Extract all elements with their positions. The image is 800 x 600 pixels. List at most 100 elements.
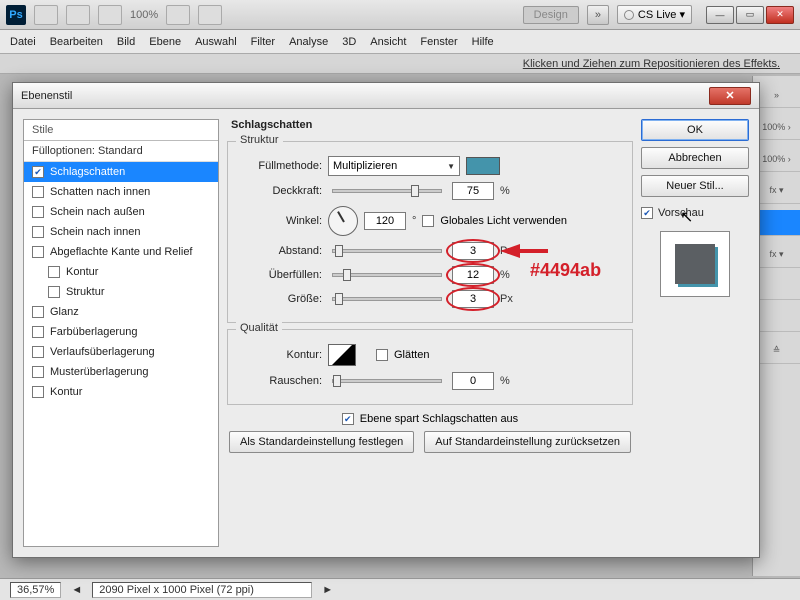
fill-options-item[interactable]: Fülloptionen: Standard [24, 141, 218, 162]
style-item[interactable]: Schlagschatten [24, 162, 218, 182]
new-style-button[interactable]: Neuer Stil... [641, 175, 749, 197]
style-item[interactable]: Glanz [24, 302, 218, 322]
panel-row[interactable]: » [753, 82, 800, 108]
styles-list: Stile Fülloptionen: Standard Schlagschat… [23, 119, 219, 547]
size-input[interactable]: 3 [452, 290, 494, 308]
noise-slider[interactable] [332, 379, 442, 383]
shadow-color-swatch[interactable] [466, 157, 500, 175]
annotation-color-text: #4494ab [530, 260, 601, 281]
menu-item[interactable]: Bild [117, 36, 135, 48]
workspace-next-icon[interactable]: » [587, 5, 609, 25]
spread-input[interactable]: 12 [452, 266, 494, 284]
menu-item[interactable]: Filter [251, 36, 275, 48]
style-item[interactable]: Kontur [24, 382, 218, 402]
panel-row[interactable] [753, 210, 800, 236]
window-minimize-button[interactable]: — [706, 6, 734, 24]
menu-item[interactable]: Hilfe [472, 36, 494, 48]
tool-button[interactable] [66, 5, 90, 25]
menu-item[interactable]: 3D [342, 36, 356, 48]
noise-label: Rauschen: [238, 375, 322, 387]
menu-item[interactable]: Ebene [149, 36, 181, 48]
style-checkbox[interactable] [32, 366, 44, 378]
panel-row[interactable]: fx ▾ [753, 178, 800, 204]
style-checkbox[interactable] [32, 306, 44, 318]
style-item[interactable]: Schein nach außen [24, 202, 218, 222]
size-slider[interactable] [332, 297, 442, 301]
style-checkbox[interactable] [32, 326, 44, 338]
distance-label: Abstand: [238, 245, 322, 257]
style-item[interactable]: Abgeflachte Kante und Relief [24, 242, 218, 262]
opacity-input[interactable]: 75 [452, 182, 494, 200]
menu-item[interactable]: Auswahl [195, 36, 237, 48]
style-checkbox[interactable] [32, 226, 44, 238]
opacity-unit: % [500, 185, 510, 197]
zoom-label: 100% [130, 9, 158, 21]
global-light-checkbox[interactable] [422, 215, 434, 227]
reset-default-button[interactable]: Auf Standardeinstellung zurücksetzen [424, 431, 631, 453]
preview-checkbox[interactable] [641, 207, 653, 219]
style-checkbox[interactable] [48, 266, 60, 278]
section-title: Schlagschatten [231, 119, 633, 131]
panel-row[interactable]: 100% › [753, 146, 800, 172]
menu-item[interactable]: Analyse [289, 36, 328, 48]
style-checkbox[interactable] [32, 166, 44, 178]
style-checkbox[interactable] [32, 246, 44, 258]
style-checkbox[interactable] [32, 186, 44, 198]
tool-button[interactable] [98, 5, 122, 25]
window-close-button[interactable]: ✕ [766, 6, 794, 24]
cancel-button[interactable]: Abbrechen [641, 147, 749, 169]
style-checkbox[interactable] [48, 286, 60, 298]
angle-input[interactable]: 120 [364, 212, 406, 230]
blend-mode-select[interactable]: Multiplizieren▼ [328, 156, 460, 176]
distance-input[interactable]: 3 [452, 242, 494, 260]
spread-slider[interactable] [332, 273, 442, 277]
style-item[interactable]: Struktur [24, 282, 218, 302]
tool-button[interactable] [198, 5, 222, 25]
distance-slider[interactable] [332, 249, 442, 253]
style-label: Schein nach außen [50, 206, 145, 218]
antialias-checkbox[interactable] [376, 349, 388, 361]
knockout-label: Ebene spart Schlagschatten aus [360, 413, 518, 425]
group-struktur-title: Struktur [236, 134, 283, 146]
style-item[interactable]: Verlaufsüberlagerung [24, 342, 218, 362]
styles-header[interactable]: Stile [24, 120, 218, 141]
global-light-label: Globales Licht verwenden [440, 215, 567, 227]
menu-item[interactable]: Datei [10, 36, 36, 48]
style-checkbox[interactable] [32, 346, 44, 358]
panel-row[interactable]: fx ▾ [753, 242, 800, 268]
dialog-titlebar[interactable]: Ebenenstil ✕ [13, 83, 759, 109]
knockout-checkbox[interactable] [342, 413, 354, 425]
panel-row[interactable] [753, 306, 800, 332]
noise-input[interactable]: 0 [452, 372, 494, 390]
group-quality-title: Qualität [236, 322, 282, 334]
style-item[interactable]: Farbüberlagerung [24, 322, 218, 342]
style-item[interactable]: Schein nach innen [24, 222, 218, 242]
window-maximize-button[interactable]: ▭ [736, 6, 764, 24]
style-item[interactable]: Musterüberlagerung [24, 362, 218, 382]
contour-picker[interactable] [328, 344, 356, 366]
panel-row[interactable] [753, 274, 800, 300]
status-zoom[interactable]: 36,57% [10, 582, 61, 598]
tool-button[interactable] [34, 5, 58, 25]
status-docinfo: 2090 Pixel x 1000 Pixel (72 ppi) [92, 582, 312, 598]
scroll-left-icon[interactable]: ◄ [71, 584, 82, 596]
scroll-right-icon[interactable]: ► [322, 584, 333, 596]
panel-row[interactable]: 100% › [753, 114, 800, 140]
ok-button[interactable]: OK [641, 119, 749, 141]
workspace-design-button[interactable]: Design [523, 6, 579, 24]
style-item[interactable]: Schatten nach innen [24, 182, 218, 202]
cs-live-button[interactable]: CS Live ▾ [617, 5, 692, 24]
panel-row[interactable]: ≙ [753, 338, 800, 364]
opacity-slider[interactable] [332, 189, 442, 193]
menu-item[interactable]: Ansicht [370, 36, 406, 48]
style-item[interactable]: Kontur [24, 262, 218, 282]
angle-dial[interactable] [328, 206, 358, 236]
style-checkbox[interactable] [32, 206, 44, 218]
make-default-button[interactable]: Als Standardeinstellung festlegen [229, 431, 414, 453]
layer-style-dialog: Ebenenstil ✕ Stile Fülloptionen: Standar… [12, 82, 760, 558]
menu-item[interactable]: Fenster [420, 36, 457, 48]
tool-button[interactable] [166, 5, 190, 25]
dialog-close-button[interactable]: ✕ [709, 87, 751, 105]
style-checkbox[interactable] [32, 386, 44, 398]
menu-item[interactable]: Bearbeiten [50, 36, 103, 48]
